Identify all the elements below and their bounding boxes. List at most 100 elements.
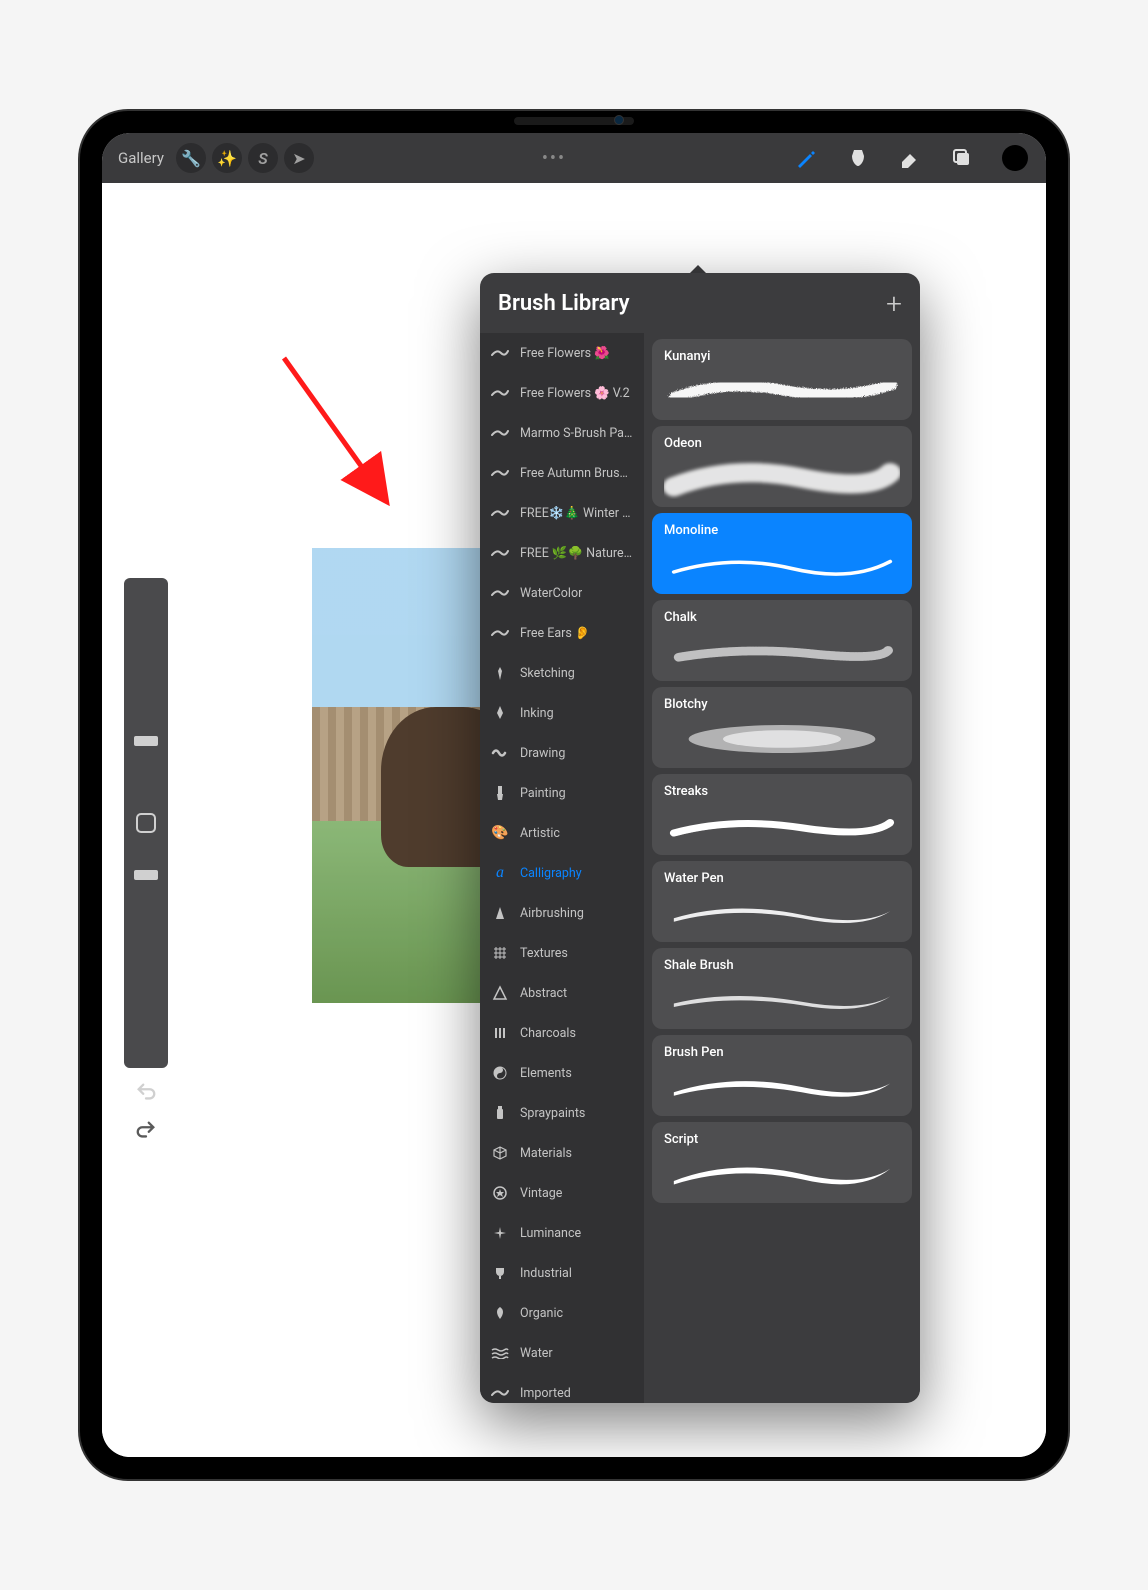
screen: Gallery 🔧 ✨ S ➤ ••• <box>102 133 1046 1457</box>
category-label: WaterColor <box>520 586 582 601</box>
hatch-icon <box>490 943 510 963</box>
adjustments-button[interactable]: ✨ <box>212 143 242 173</box>
brush-item[interactable]: Streaks <box>652 774 912 855</box>
slider-handle[interactable] <box>134 870 158 880</box>
category-item[interactable]: Water <box>480 1333 644 1373</box>
brush-item[interactable]: Water Pen <box>652 861 912 942</box>
category-item[interactable]: Industrial <box>480 1253 644 1293</box>
palette-icon: 🎨 <box>490 823 510 843</box>
brush-item[interactable]: Odeon <box>652 426 912 507</box>
category-item[interactable]: Inking <box>480 693 644 733</box>
yinyang-icon <box>490 1063 510 1083</box>
brush-preview <box>664 457 900 499</box>
category-item[interactable]: Sketching <box>480 653 644 693</box>
category-item[interactable]: Free Flowers 🌸 V.2 <box>480 373 644 413</box>
gallery-button[interactable]: Gallery <box>112 145 170 171</box>
category-item[interactable]: Abstract <box>480 973 644 1013</box>
brush-preview <box>664 718 900 760</box>
category-item[interactable]: Vintage <box>480 1173 644 1213</box>
brush-preview <box>664 544 900 586</box>
category-item[interactable]: Luminance <box>480 1213 644 1253</box>
category-item[interactable]: aCalligraphy <box>480 853 644 893</box>
category-label: Inking <box>520 706 554 721</box>
modify-button[interactable] <box>136 813 156 833</box>
category-item[interactable]: Organic <box>480 1293 644 1333</box>
category-item[interactable]: Free Ears 👂 <box>480 613 644 653</box>
stroke-icon <box>490 463 510 483</box>
brush-item[interactable]: Monoline <box>652 513 912 594</box>
brush-name: Script <box>664 1132 900 1147</box>
category-item[interactable]: Charcoals <box>480 1013 644 1053</box>
category-item[interactable]: WaterColor <box>480 573 644 613</box>
trophy-icon <box>490 1263 510 1283</box>
brush-item[interactable]: Brush Pen <box>652 1035 912 1116</box>
color-picker-button[interactable] <box>1002 145 1028 171</box>
actions-button[interactable]: 🔧 <box>176 143 206 173</box>
stroke-icon <box>490 423 510 443</box>
category-label: Free Flowers 🌸 V.2 <box>520 386 630 401</box>
annotation-arrow <box>274 348 424 528</box>
category-label: Vintage <box>520 1186 562 1201</box>
category-label: FREE 🌿🌳 Nature ... <box>520 546 634 561</box>
stroke-icon <box>490 1383 510 1403</box>
brush-item[interactable]: Blotchy <box>652 687 912 768</box>
category-label: Luminance <box>520 1226 581 1241</box>
category-item[interactable]: Free Autumn Brushes... <box>480 453 644 493</box>
undo-button[interactable] <box>135 1081 157 1107</box>
paintbrush-icon <box>490 783 510 803</box>
stroke-icon <box>490 543 510 563</box>
brush-item[interactable]: Kunanyi <box>652 339 912 420</box>
category-label: Free Autumn Brushes... <box>520 466 634 481</box>
sparkle-icon <box>490 1223 510 1243</box>
selection-button[interactable]: S <box>248 143 278 173</box>
category-item[interactable]: Elements <box>480 1053 644 1093</box>
sidebar-sliders <box>124 578 168 1068</box>
brush-item[interactable]: Shale Brush <box>652 948 912 1029</box>
category-item[interactable]: Airbrushing <box>480 893 644 933</box>
brush-name: Chalk <box>664 610 900 625</box>
category-label: Free Flowers 🌺 <box>520 346 610 361</box>
add-brush-button[interactable]: + <box>886 287 902 320</box>
category-item[interactable]: Materials <box>480 1133 644 1173</box>
slider-handle[interactable] <box>134 736 158 746</box>
layers-button[interactable] <box>950 146 974 170</box>
category-label: Painting <box>520 786 566 801</box>
redo-button[interactable] <box>135 1119 157 1145</box>
brush-item[interactable]: Script <box>652 1122 912 1203</box>
category-item[interactable]: Spraypaints <box>480 1093 644 1133</box>
brush-size-slider[interactable] <box>124 578 168 803</box>
brush-name: Blotchy <box>664 697 900 712</box>
category-label: Materials <box>520 1146 572 1161</box>
eraser-tool-button[interactable] <box>898 146 922 170</box>
transform-button[interactable]: ➤ <box>284 143 314 173</box>
category-item[interactable]: Imported <box>480 1373 644 1403</box>
category-label: Water <box>520 1346 553 1361</box>
category-item[interactable]: Drawing <box>480 733 644 773</box>
category-item[interactable]: 🎨Artistic <box>480 813 644 853</box>
brush-list[interactable]: Kunanyi OdeonMonoline Chalk Blotchy StreaksW… <box>644 333 920 1403</box>
category-item[interactable]: FREE 🌿🌳 Nature ... <box>480 533 644 573</box>
category-label: Free Ears 👂 <box>520 626 590 641</box>
category-list[interactable]: Free Flowers 🌺 Free Flowers 🌸 V.2 Marmo S-… <box>480 333 644 1403</box>
brush-opacity-slider[interactable] <box>124 843 168 1068</box>
modify-menu-button[interactable]: ••• <box>542 148 566 169</box>
stroke-icon <box>490 623 510 643</box>
category-label: Charcoals <box>520 1026 576 1041</box>
brush-preview <box>664 805 900 847</box>
brush-tool-button[interactable] <box>794 146 818 170</box>
category-item[interactable]: FREE❄️🎄 Winter N... <box>480 493 644 533</box>
lines-icon <box>490 1023 510 1043</box>
category-item[interactable]: Painting <box>480 773 644 813</box>
smudge-tool-button[interactable] <box>846 146 870 170</box>
brush-name: Kunanyi <box>664 349 900 364</box>
canvas[interactable]: Brush Library + Free Flowers 🌺Free Flowe… <box>102 183 1046 1457</box>
brush-item[interactable]: Chalk <box>652 600 912 681</box>
category-label: Airbrushing <box>520 906 584 921</box>
category-item[interactable]: Free Flowers 🌺 <box>480 333 644 373</box>
category-item[interactable]: Textures <box>480 933 644 973</box>
stroke-icon <box>490 583 510 603</box>
brush-preview <box>664 979 900 1021</box>
ipad-frame: Gallery 🔧 ✨ S ➤ ••• <box>80 111 1068 1479</box>
squiggle-icon <box>490 743 510 763</box>
category-item[interactable]: Marmo S-Brush Pack <box>480 413 644 453</box>
